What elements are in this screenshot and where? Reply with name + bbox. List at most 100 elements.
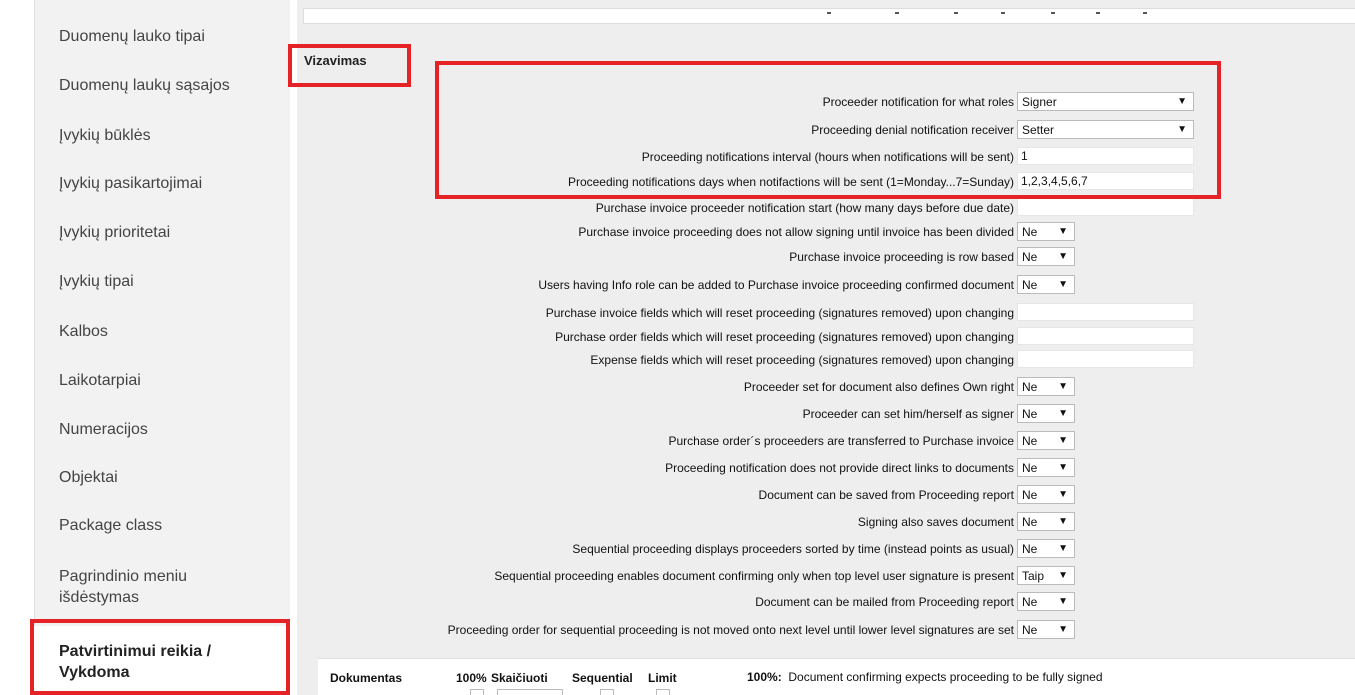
sidebar-item-ivykiu-bukles[interactable]: Įvykių būklės xyxy=(59,125,151,146)
setting-select[interactable]: Ne ▼ xyxy=(1017,275,1075,294)
setting-select[interactable]: Taip ▼ xyxy=(1017,566,1075,585)
setting-select-value: Ne xyxy=(1022,407,1038,421)
setting-select[interactable]: Ne ▼ xyxy=(1017,404,1075,423)
table-note-text: Document confirming expects proceeding t… xyxy=(788,670,1103,684)
sidebar-active-line2: Vykdoma xyxy=(59,664,130,681)
setting-label: Purchase invoice proceeding is row based xyxy=(789,250,1014,264)
setting-label: Sequential proceeding enables document c… xyxy=(494,569,1014,583)
chevron-down-icon: ▼ xyxy=(1058,596,1068,607)
setting-label: Users having Info role can be added to P… xyxy=(538,278,1014,292)
setting-input[interactable]: 1 xyxy=(1017,147,1194,165)
setting-select[interactable]: Ne ▼ xyxy=(1017,431,1075,450)
setting-select[interactable]: Ne ▼ xyxy=(1017,592,1075,611)
setting-select-value: Ne xyxy=(1022,623,1038,637)
setting-select-value: Taip xyxy=(1022,569,1045,583)
setting-select[interactable]: Ne ▼ xyxy=(1017,512,1075,531)
chevron-down-icon: ▼ xyxy=(1177,96,1187,107)
top-strip xyxy=(303,8,1355,24)
sidebar-item-ivykiu-prioritetai[interactable]: Įvykių prioritetai xyxy=(59,222,170,243)
table-checkbox[interactable] xyxy=(470,689,484,695)
chevron-down-icon: ▼ xyxy=(1058,570,1068,581)
setting-select-value: Ne xyxy=(1022,488,1038,502)
sidebar-item-label-line2: išdėstymas xyxy=(59,589,140,606)
setting-select[interactable]: Ne ▼ xyxy=(1017,247,1075,266)
setting-input[interactable] xyxy=(1017,198,1194,216)
table-checkbox[interactable] xyxy=(600,689,614,695)
sidebar-item-pagrindinio-meniu[interactable]: Pagrindinio meniu išdėstymas xyxy=(59,566,187,608)
table-note-key: 100%: xyxy=(747,670,782,684)
setting-select[interactable]: Ne ▼ xyxy=(1017,485,1075,504)
setting-label: Document can be saved from Proceeding re… xyxy=(758,488,1014,502)
sidebar-item-package-class[interactable]: Package class xyxy=(59,515,162,536)
setting-select-value: Ne xyxy=(1022,595,1038,609)
sidebar-item-ivykiu-tipai[interactable]: Įvykių tipai xyxy=(59,271,134,292)
setting-label: Document can be mailed from Proceeding r… xyxy=(755,595,1014,609)
chevron-down-icon: ▼ xyxy=(1058,226,1068,237)
setting-select[interactable]: Ne ▼ xyxy=(1017,222,1075,241)
setting-label: Purchase order fields which will reset p… xyxy=(555,330,1014,344)
setting-label: Proceeder can set him/herself as signer xyxy=(802,407,1014,421)
chevron-down-icon: ▼ xyxy=(1058,381,1068,392)
setting-label: Proceeding notifications days when notif… xyxy=(567,175,1014,189)
chevron-down-icon: ▼ xyxy=(1058,462,1068,473)
setting-label: Proceeding order for sequential proceedi… xyxy=(447,623,1014,637)
section-title: Vizavimas xyxy=(304,53,367,68)
setting-select[interactable]: Ne ▼ xyxy=(1017,377,1075,396)
setting-label: Proceeder set for document also defines … xyxy=(743,380,1014,394)
table-checkbox[interactable] xyxy=(656,689,670,695)
setting-select-value: Ne xyxy=(1022,278,1038,292)
setting-label: Sequential proceeding displays proceeder… xyxy=(572,542,1014,556)
setting-label: Signing also saves document xyxy=(857,515,1014,529)
sidebar-item-ivykiu-pasikartojimai[interactable]: Įvykių pasikartojimai xyxy=(59,173,202,194)
setting-label: Purchase order´s proceeders are transfer… xyxy=(668,434,1014,448)
setting-label: Proceeding notification does not provide… xyxy=(665,461,1014,475)
chevron-down-icon: ▼ xyxy=(1058,408,1068,419)
setting-input[interactable] xyxy=(1017,327,1194,345)
chevron-down-icon: ▼ xyxy=(1058,489,1068,500)
chevron-down-icon: ▼ xyxy=(1058,435,1068,446)
table-header-dokumentas: Dokumentas xyxy=(330,671,403,685)
sidebar: Duomenų lauko tipai Duomenų laukų sąsajo… xyxy=(0,0,290,695)
sidebar-item-objektai[interactable]: Objektai xyxy=(59,467,118,488)
sidebar-item-patvirtinimui-reikia[interactable]: Patvirtinimui reikia / Vykdoma xyxy=(59,641,211,683)
setting-select[interactable]: Signer ▼ xyxy=(1017,92,1194,111)
chevron-down-icon: ▼ xyxy=(1058,624,1068,635)
setting-label: Purchase invoice proceeder notification … xyxy=(595,201,1014,215)
setting-label: Proceeder notification for what roles xyxy=(822,95,1014,109)
setting-input[interactable] xyxy=(1017,350,1194,368)
setting-select-value: Ne xyxy=(1022,461,1038,475)
table-header-100: 100% xyxy=(456,671,487,685)
chevron-down-icon: ▼ xyxy=(1058,543,1068,554)
sidebar-active-line1: Patvirtinimui reikia / xyxy=(59,643,212,660)
sidebar-item-duomenu-lauku-sasajos[interactable]: Duomenų laukų sąsajos xyxy=(59,75,230,96)
table-header-sequential: Sequential xyxy=(572,671,633,685)
sidebar-item-duomenu-lauko-tipai[interactable]: Duomenų lauko tipai xyxy=(59,26,205,47)
setting-label: Proceeding denial notification receiver xyxy=(811,123,1014,137)
chevron-down-icon: ▼ xyxy=(1058,251,1068,262)
sidebar-item-label-line1: Pagrindinio meniu xyxy=(59,568,188,585)
table-input[interactable] xyxy=(497,689,563,695)
setting-input[interactable]: 1,2,3,4,5,6,7 xyxy=(1017,172,1194,190)
setting-select-value: Ne xyxy=(1022,250,1038,264)
sidebar-item-kalbos[interactable]: Kalbos xyxy=(59,321,108,342)
sidebar-item-laikotarpiai[interactable]: Laikotarpiai xyxy=(59,370,141,391)
setting-select-value: Ne xyxy=(1022,515,1038,529)
setting-select[interactable]: Ne ▼ xyxy=(1017,458,1075,477)
setting-select[interactable]: Setter ▼ xyxy=(1017,120,1194,139)
setting-label: Purchase invoice proceeding does not all… xyxy=(578,225,1014,239)
setting-label: Purchase invoice fields which will reset… xyxy=(545,306,1014,320)
table-header-skaiciuoti: Skaičiuoti xyxy=(491,671,548,685)
setting-select-value: Signer xyxy=(1022,95,1057,109)
setting-select[interactable]: Ne ▼ xyxy=(1017,620,1075,639)
chevron-down-icon: ▼ xyxy=(1058,516,1068,527)
setting-select-value: Setter xyxy=(1022,123,1055,137)
table-note: 100%: Document confirming expects procee… xyxy=(747,670,1103,684)
setting-select[interactable]: Ne ▼ xyxy=(1017,539,1075,558)
setting-label: Expense fields which will reset proceedi… xyxy=(590,353,1014,367)
setting-select-value: Ne xyxy=(1022,434,1038,448)
sidebar-item-numeracijos[interactable]: Numeracijos xyxy=(59,419,148,440)
setting-select-value: Ne xyxy=(1022,380,1038,394)
setting-input[interactable] xyxy=(1017,303,1194,321)
chevron-down-icon: ▼ xyxy=(1058,279,1068,290)
chevron-down-icon: ▼ xyxy=(1177,124,1187,135)
